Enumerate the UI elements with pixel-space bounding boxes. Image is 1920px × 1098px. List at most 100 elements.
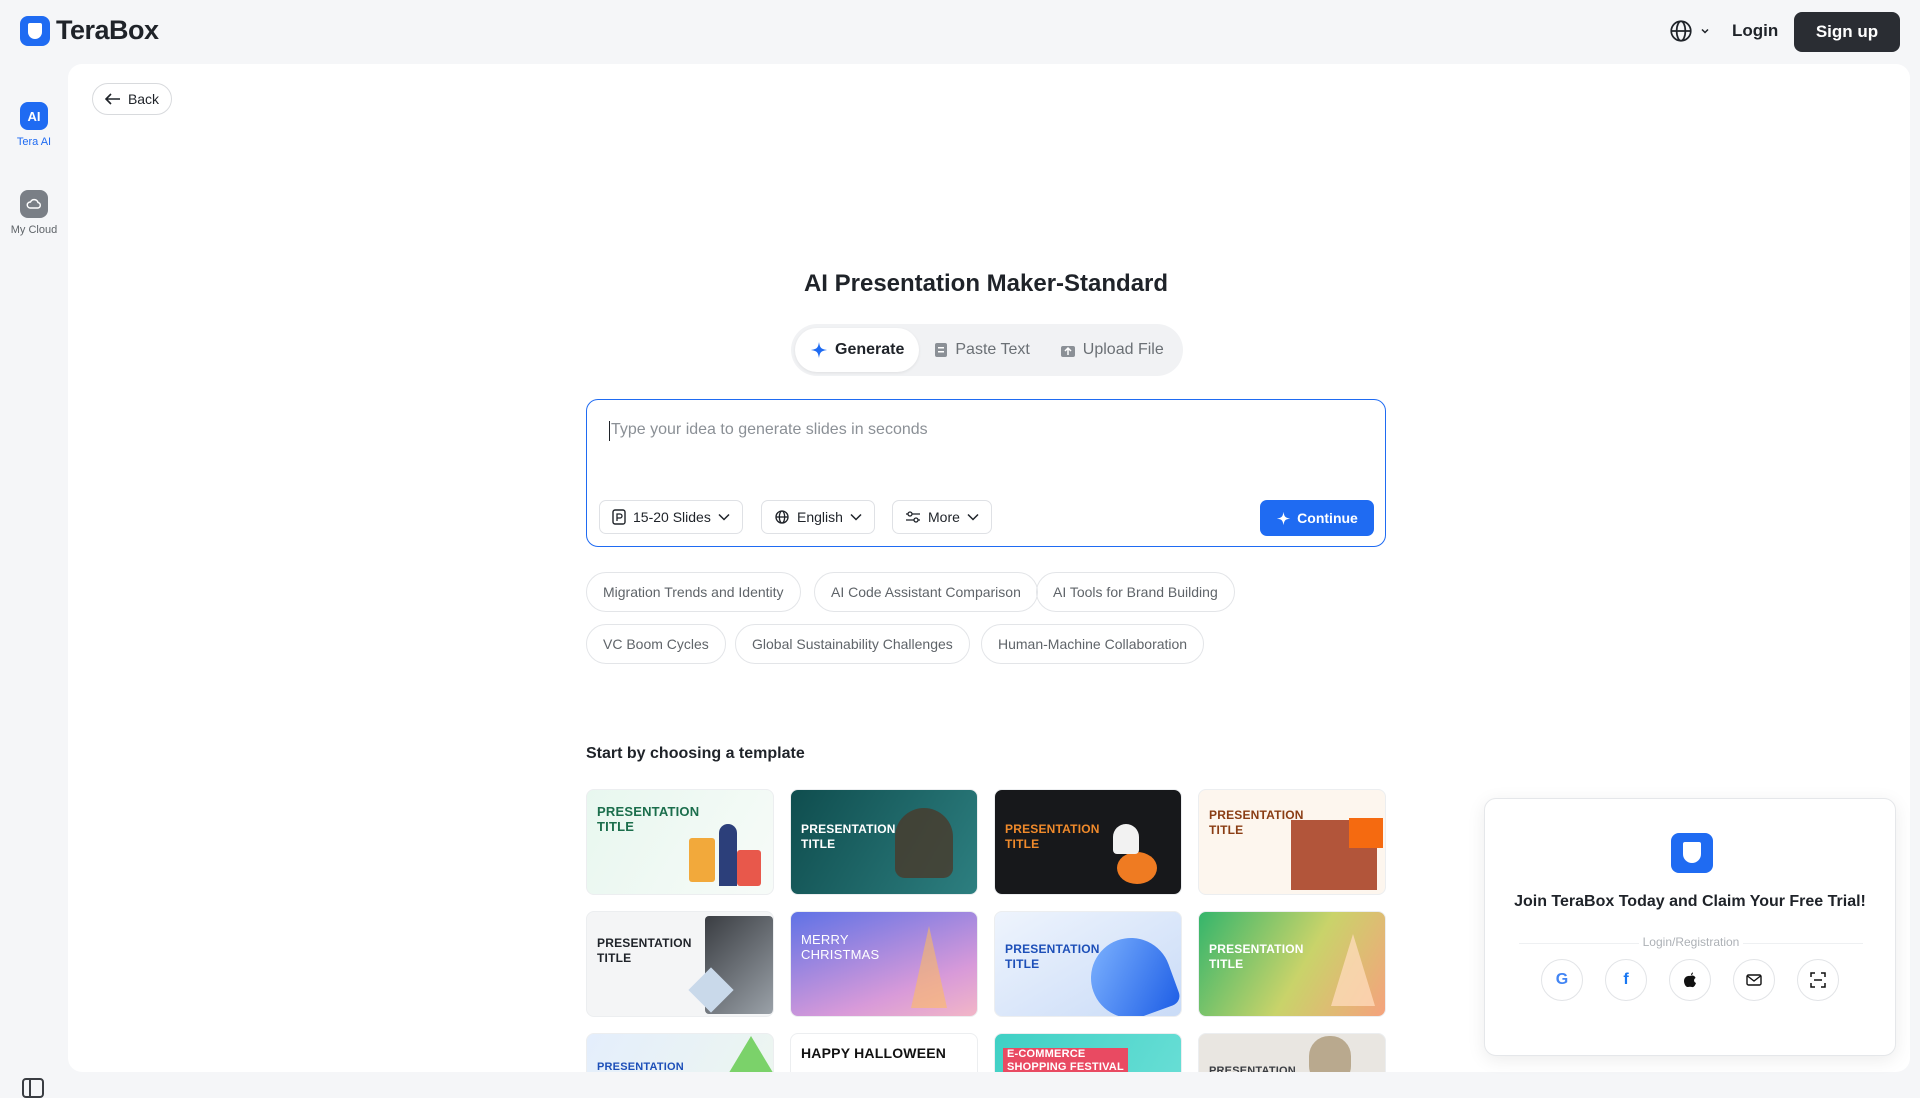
document-icon bbox=[935, 343, 948, 357]
sparkle-icon bbox=[1277, 511, 1291, 525]
suggestion-chip[interactable]: Human-Machine Collaboration bbox=[981, 624, 1205, 664]
signup-button[interactable]: Sign up bbox=[1794, 12, 1900, 52]
tab-upload-file[interactable]: Upload File bbox=[1045, 328, 1179, 372]
sliders-icon bbox=[906, 511, 920, 523]
page-title: AI Presentation Maker-Standard bbox=[803, 270, 1169, 297]
promo-divider: Login/Registration bbox=[1519, 935, 1863, 949]
top-bar: TeraBox Login Sign up bbox=[0, 0, 1920, 64]
idea-input[interactable]: Type your idea to generate slides in sec… bbox=[609, 421, 928, 441]
tab-label: Upload File bbox=[1082, 341, 1164, 358]
language-value: English bbox=[797, 509, 843, 525]
template-card[interactable]: HAPPY HALLOWEEN bbox=[790, 1033, 978, 1072]
app-name: TeraBox bbox=[56, 15, 159, 45]
illustration-person bbox=[719, 824, 737, 886]
ai-icon: AI bbox=[20, 102, 48, 130]
tab-generate[interactable]: Generate bbox=[795, 328, 920, 372]
arrow-left-icon bbox=[104, 93, 120, 105]
terabox-logo-icon bbox=[20, 15, 50, 46]
continue-button[interactable]: Continue bbox=[1260, 500, 1374, 536]
globe-icon bbox=[1670, 20, 1692, 42]
christmas-tree bbox=[1331, 934, 1375, 1006]
template-title: HAPPY HALLOWEEN bbox=[801, 1045, 947, 1061]
sidebar-toggle-icon[interactable] bbox=[22, 1078, 44, 1098]
illustration-box bbox=[737, 850, 761, 886]
cloud-icon bbox=[20, 190, 48, 218]
template-card[interactable]: PRESENTATION TITLE bbox=[1198, 789, 1386, 895]
tab-paste-text[interactable]: Paste Text bbox=[919, 328, 1044, 372]
pumpkin-illustration bbox=[1117, 852, 1157, 884]
suggestion-chip[interactable]: AI Tools for Brand Building bbox=[1036, 572, 1235, 612]
more-label: More bbox=[928, 509, 960, 525]
template-card[interactable]: PRESENTATION TITLE bbox=[790, 789, 978, 895]
chevron-down-icon bbox=[967, 513, 979, 521]
language-switcher[interactable] bbox=[1668, 18, 1710, 44]
triangle-shape bbox=[727, 1036, 773, 1072]
template-title: MERRY CHRISTMAS bbox=[801, 932, 880, 962]
left-sidebar: AI Tera AI My Cloud bbox=[0, 64, 68, 1098]
presentation-icon bbox=[612, 509, 626, 525]
suggestion-chip[interactable]: Global Sustainability Challenges bbox=[735, 624, 970, 664]
globe-icon bbox=[775, 510, 789, 524]
template-title: PRESENTATION TITLE bbox=[1005, 942, 1100, 971]
chevron-down-icon bbox=[718, 513, 730, 521]
illustration-box bbox=[689, 838, 715, 882]
template-card[interactable]: PRESENTATION TITLE bbox=[1198, 911, 1386, 1017]
tab-label: Paste Text bbox=[955, 341, 1030, 358]
google-icon[interactable]: G bbox=[1541, 959, 1583, 1001]
apple-icon[interactable] bbox=[1669, 959, 1711, 1001]
slides-count-select[interactable]: 15-20 Slides bbox=[599, 500, 743, 534]
signup-promo-card: Join TeraBox Today and Claim Your Free T… bbox=[1484, 798, 1896, 1056]
template-card[interactable]: MERRY CHRISTMAS bbox=[790, 911, 978, 1017]
template-title: PRESENTATION bbox=[597, 1061, 684, 1072]
upload-icon bbox=[1060, 345, 1075, 357]
template-title: PRESENTATION TITLE bbox=[1209, 808, 1304, 837]
ghost-illustration bbox=[1113, 824, 1139, 854]
terabox-logo[interactable]: TeraBox bbox=[20, 15, 159, 46]
suggestion-chip[interactable]: VC Boom Cycles bbox=[586, 624, 726, 664]
mode-tabs: Generate Paste Text Upload File bbox=[791, 324, 1183, 376]
sidebar-item-label: Tera AI bbox=[16, 136, 52, 148]
chevron-down-icon bbox=[850, 513, 862, 521]
accent-block bbox=[1349, 818, 1383, 848]
template-card[interactable]: E-COMMERCE SHOPPING FESTIVAL bbox=[994, 1033, 1182, 1072]
language-select[interactable]: English bbox=[761, 500, 875, 534]
template-title: PRESENTATION TITLE bbox=[801, 822, 896, 851]
statue-photo bbox=[1309, 1036, 1351, 1072]
login-link[interactable]: Login bbox=[1732, 21, 1778, 41]
photo-child bbox=[895, 808, 953, 878]
slides-count-value: 15-20 Slides bbox=[633, 509, 711, 525]
tab-label: Generate bbox=[835, 341, 905, 358]
back-label: Back bbox=[127, 91, 160, 107]
email-icon[interactable] bbox=[1733, 959, 1775, 1001]
template-title: PRESENTATION TITLE bbox=[1209, 942, 1304, 971]
template-title: PRESENTATION TITLE bbox=[597, 804, 700, 834]
facebook-icon[interactable]: f bbox=[1605, 959, 1647, 1001]
promo-title: Join TeraBox Today and Claim Your Free T… bbox=[1514, 893, 1866, 910]
template-title: PRESENTATION TITLE bbox=[597, 936, 692, 965]
sidebar-item-my-cloud[interactable]: My Cloud bbox=[0, 190, 68, 236]
template-title: E-COMMERCE SHOPPING FESTIVAL bbox=[1003, 1048, 1128, 1072]
template-card[interactable]: PRESENTATION bbox=[586, 1033, 774, 1072]
back-button[interactable]: Back bbox=[92, 83, 172, 115]
suggestion-chip[interactable]: Migration Trends and Identity bbox=[586, 572, 801, 612]
sparkle-icon bbox=[811, 342, 827, 358]
more-options-select[interactable]: More bbox=[892, 500, 992, 534]
terabox-logo-icon bbox=[1671, 833, 1713, 873]
template-card[interactable]: PRESENTATION bbox=[1198, 1033, 1386, 1072]
template-card[interactable]: PRESENTATION TITLE bbox=[586, 911, 774, 1017]
template-title: PRESENTATION TITLE bbox=[1005, 822, 1100, 851]
christmas-tree bbox=[911, 926, 947, 1008]
continue-label: Continue bbox=[1297, 510, 1358, 526]
scan-icon[interactable] bbox=[1797, 959, 1839, 1001]
idea-composer: Type your idea to generate slides in sec… bbox=[586, 399, 1386, 547]
template-card[interactable]: PRESENTATION TITLE bbox=[994, 911, 1182, 1017]
glass-shape bbox=[1079, 926, 1181, 1016]
chevron-down-icon bbox=[1701, 28, 1709, 34]
suggestion-chip[interactable]: AI Code Assistant Comparison bbox=[814, 572, 1038, 612]
template-card[interactable]: PRESENTATION TITLE bbox=[994, 789, 1182, 895]
template-card[interactable]: PRESENTATION TITLE bbox=[586, 789, 774, 895]
sidebar-item-tera-ai[interactable]: AI Tera AI bbox=[0, 102, 68, 148]
templates-heading: Start by choosing a template bbox=[586, 745, 805, 762]
template-title: PRESENTATION bbox=[1209, 1065, 1296, 1072]
sidebar-item-label: My Cloud bbox=[10, 224, 58, 236]
